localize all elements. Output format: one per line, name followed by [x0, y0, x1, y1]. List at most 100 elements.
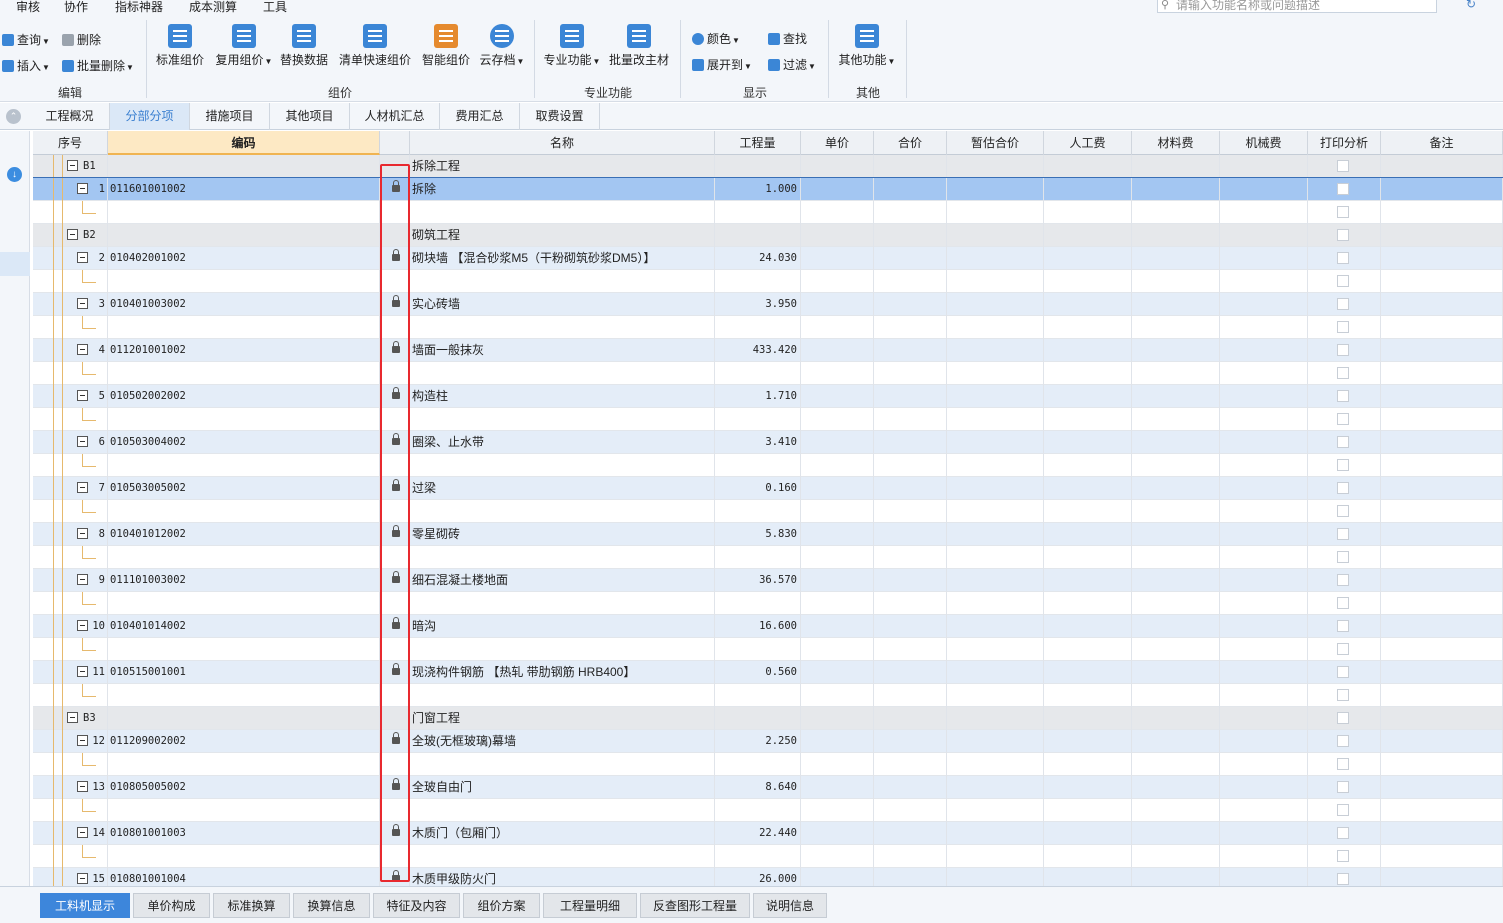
col-unit-price-cell[interactable] [801, 155, 874, 178]
col-est-total-cell[interactable] [947, 845, 1044, 868]
col-machine-cell[interactable] [1220, 592, 1308, 615]
collapse-toggle-icon[interactable] [77, 252, 88, 263]
print-checkbox[interactable] [1337, 873, 1349, 885]
reuse-pricing-button[interactable]: 复用组价▼ [214, 24, 274, 74]
collapse-toggle-icon[interactable] [77, 620, 88, 631]
menu-audit[interactable]: 审核 [16, 0, 40, 14]
col-name-cell[interactable]: 全玻自由门 [410, 776, 715, 799]
col-total-cell[interactable] [874, 408, 947, 431]
col-machine-cell[interactable] [1220, 454, 1308, 477]
col-seq-cell[interactable] [33, 362, 108, 385]
col-print-cell[interactable] [1308, 454, 1381, 477]
col-remark-cell[interactable] [1381, 546, 1503, 569]
col-print-cell[interactable] [1308, 224, 1381, 247]
col-code-cell[interactable] [108, 546, 380, 569]
col-seq-cell[interactable] [33, 592, 108, 615]
col-total-cell[interactable] [874, 638, 947, 661]
bottom-tab-1[interactable]: 工料机显示 [40, 893, 130, 918]
col-name-cell[interactable]: 墙面一般抹灰 [410, 339, 715, 362]
table-row[interactable]: 8 010401012002 零星砌砖 5.830 [33, 523, 1503, 546]
col-code-cell[interactable]: 010805005002 [108, 776, 380, 799]
col-labor-cell[interactable] [1044, 178, 1132, 201]
sub-row[interactable] [33, 753, 1503, 776]
collapse-toggle-icon[interactable] [77, 390, 88, 401]
print-checkbox[interactable] [1337, 735, 1349, 747]
col-name-cell[interactable]: 零星砌砖 [410, 523, 715, 546]
col-labor-cell[interactable] [1044, 362, 1132, 385]
col-material-cell[interactable] [1132, 431, 1220, 454]
col-name-cell[interactable] [410, 201, 715, 224]
col-machine-cell[interactable] [1220, 385, 1308, 408]
col-unit-price-cell[interactable] [801, 224, 874, 247]
bottom-tab-5[interactable]: 特征及内容 [373, 893, 460, 918]
col-seq-cell[interactable] [33, 201, 108, 224]
col-remark-cell[interactable] [1381, 339, 1503, 362]
col-machine-cell[interactable] [1220, 316, 1308, 339]
collapse-toggle-icon[interactable] [77, 781, 88, 792]
col-machine-cell[interactable] [1220, 362, 1308, 385]
collapse-up-icon[interactable]: ⌃ [6, 109, 21, 124]
col-machine-cell[interactable] [1220, 523, 1308, 546]
col-material-cell[interactable] [1132, 845, 1220, 868]
col-name-cell[interactable]: 砌筑工程 [410, 224, 715, 247]
col-seq-cell[interactable]: B1 [33, 155, 108, 178]
col-qty-cell[interactable]: 8.640 [715, 776, 801, 799]
col-unit-price-cell[interactable] [801, 753, 874, 776]
col-name-cell[interactable] [410, 408, 715, 431]
col-total-cell[interactable] [874, 385, 947, 408]
color-button[interactable]: 颜色▼ [692, 30, 740, 48]
col-remark-cell[interactable] [1381, 868, 1503, 886]
col-remark-cell[interactable] [1381, 201, 1503, 224]
bottom-tab-4[interactable]: 换算信息 [293, 893, 370, 918]
col-print-cell[interactable] [1308, 477, 1381, 500]
col-seq-cell[interactable] [33, 500, 108, 523]
col-qty-cell[interactable]: 0.160 [715, 477, 801, 500]
col-name-cell[interactable] [410, 753, 715, 776]
col-total-cell[interactable] [874, 224, 947, 247]
col-print-cell[interactable] [1308, 684, 1381, 707]
col-remark-cell[interactable] [1381, 730, 1503, 753]
col-unit-price-cell[interactable] [801, 523, 874, 546]
col-seq-cell[interactable]: 1 [33, 178, 108, 201]
table-row[interactable]: 12 011209002002 全玻(无框玻璃)幕墙 2.250 [33, 730, 1503, 753]
header-col-code[interactable]: 编码 [108, 131, 380, 155]
col-qty-cell[interactable] [715, 155, 801, 178]
collapse-toggle-icon[interactable] [77, 298, 88, 309]
collapse-toggle-icon[interactable] [77, 873, 88, 884]
print-checkbox[interactable] [1337, 551, 1349, 563]
col-qty-cell[interactable] [715, 408, 801, 431]
collapse-toggle-icon[interactable] [77, 183, 88, 194]
col-material-cell[interactable] [1132, 178, 1220, 201]
col-code-cell[interactable] [108, 408, 380, 431]
col-name-cell[interactable] [410, 845, 715, 868]
col-print-cell[interactable] [1308, 270, 1381, 293]
print-checkbox[interactable] [1337, 459, 1349, 471]
print-checkbox[interactable] [1337, 390, 1349, 402]
col-material-cell[interactable] [1132, 546, 1220, 569]
table-row[interactable]: 15 010801001004 木质甲级防火门 26.000 [33, 868, 1503, 886]
col-code-cell[interactable] [108, 845, 380, 868]
col-seq-cell[interactable] [33, 316, 108, 339]
replace-data-button[interactable]: 替换数据 [278, 24, 330, 74]
col-remark-cell[interactable] [1381, 845, 1503, 868]
col-labor-cell[interactable] [1044, 247, 1132, 270]
col-material-cell[interactable] [1132, 155, 1220, 178]
header-col-unit-price[interactable]: 单价 [801, 131, 874, 155]
col-code-cell[interactable]: 010401003002 [108, 293, 380, 316]
col-qty-cell[interactable] [715, 684, 801, 707]
col-total-cell[interactable] [874, 822, 947, 845]
header-col-total[interactable]: 合价 [874, 131, 947, 155]
col-remark-cell[interactable] [1381, 408, 1503, 431]
col-code-cell[interactable] [108, 316, 380, 339]
col-seq-cell[interactable]: 2 [33, 247, 108, 270]
col-qty-cell[interactable]: 5.830 [715, 523, 801, 546]
col-total-cell[interactable] [874, 247, 947, 270]
col-qty-cell[interactable] [715, 592, 801, 615]
col-unit-price-cell[interactable] [801, 247, 874, 270]
menu-tools[interactable]: 工具 [263, 0, 287, 14]
col-total-cell[interactable] [874, 293, 947, 316]
tab-sub-items[interactable]: 分部分项 [110, 103, 190, 130]
collapse-toggle-icon[interactable] [77, 735, 88, 746]
col-code-cell[interactable] [108, 500, 380, 523]
col-name-cell[interactable]: 砌块墙 【混合砂浆M5（干粉砌筑砂浆DM5）】 [410, 247, 715, 270]
